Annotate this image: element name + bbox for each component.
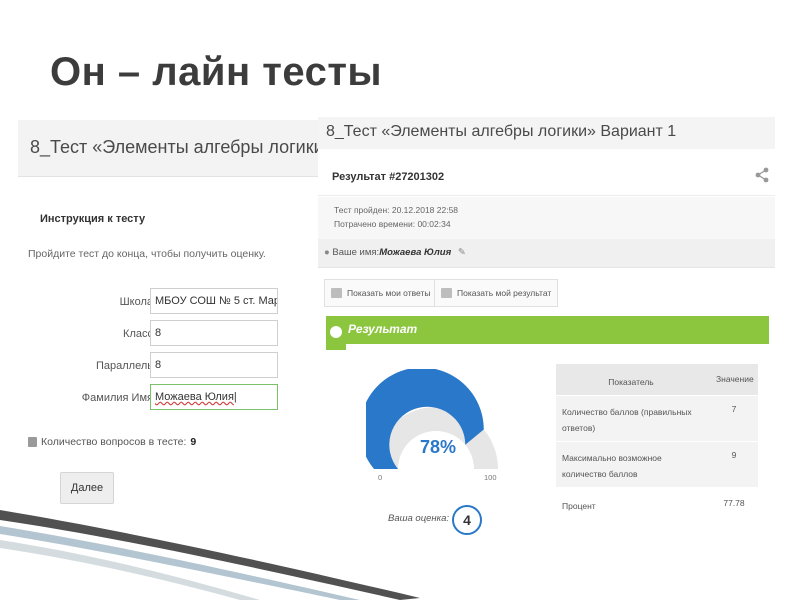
- name-row: ● Ваше имя:Можаева Юлия ✎: [318, 239, 775, 268]
- gauge-svg: [359, 367, 498, 469]
- question-count-label: Количество вопросов в тесте:: [41, 436, 187, 448]
- name-row-label: Ваше имя:: [332, 247, 380, 258]
- form-row-school: Школа МБОУ СОШ № 5 ст. Марьинской: [18, 288, 318, 318]
- document-icon: [28, 437, 37, 447]
- school-label: Школа: [119, 296, 153, 308]
- table-row: Максимально возможное количество баллов …: [556, 442, 758, 488]
- instruction-title: Инструкция к тесту: [40, 213, 146, 225]
- parallel-input[interactable]: 8: [150, 352, 278, 378]
- gauge-max: 100: [484, 473, 497, 482]
- form-row-name: Фамилия Имя Можаева Юлия|: [18, 384, 318, 414]
- table-row: Количество баллов (правильных ответов) 7: [556, 396, 758, 442]
- slide-title: Он – лайн тесты: [50, 50, 383, 94]
- question-count: Количество вопросов в тесте: 9: [28, 436, 196, 448]
- passed-time: Тест пройден: 20.12.2018 22:58: [334, 205, 459, 215]
- result-id-bar: Результат #27201302: [318, 157, 775, 196]
- school-input[interactable]: МБОУ СОШ № 5 ст. Марьинской: [150, 288, 278, 314]
- result-test-title: 8_Тест «Элементы алгебры логики» Вариант…: [326, 123, 677, 140]
- result-header: 8_Тест «Элементы алгебры логики» Вариант…: [318, 117, 775, 149]
- result-badge-icon: [326, 316, 346, 350]
- test-start-panel: 8_Тест «Элементы алгебры логики» Вариант…: [18, 120, 424, 520]
- question-count-value: 9: [190, 436, 197, 448]
- share-icon[interactable]: [755, 167, 769, 188]
- time-spent: Потрачено времени: 00:02:34: [334, 219, 451, 229]
- show-result-button[interactable]: Показать мой результат: [434, 279, 559, 307]
- form-row-parallel: Параллель 8: [18, 352, 318, 382]
- class-input[interactable]: 8: [150, 320, 278, 346]
- form-row-class: Класс 8: [18, 320, 318, 350]
- test-header: 8_Тест «Элементы алгебры логики» Вариант…: [18, 120, 424, 177]
- show-answers-button[interactable]: Показать мои ответы: [324, 279, 438, 307]
- gauge-min: 0: [378, 473, 383, 482]
- name-label: Фамилия Имя: [81, 392, 153, 404]
- name-input[interactable]: Можаева Юлия|: [150, 384, 278, 410]
- result-section-bar: Результат: [326, 316, 769, 344]
- result-section-title: Результат: [348, 322, 418, 336]
- edit-pencil-icon[interactable]: ✎: [458, 247, 466, 258]
- score-gauge: 78% 0 100: [359, 367, 506, 482]
- user-icon: ●: [324, 247, 330, 258]
- result-meta: Тест пройден: 20.12.2018 22:58 Потрачено…: [318, 197, 775, 239]
- table-header: Показатель Значение: [556, 364, 758, 396]
- parallel-label: Параллель: [96, 360, 153, 372]
- slide-decoration: [0, 510, 420, 600]
- instruction-text: Пройдите тест до конца, чтобы получить о…: [28, 248, 266, 260]
- gauge-percent: 78%: [419, 437, 457, 457]
- class-label: Класс: [123, 328, 153, 340]
- result-id: Результат #27201302: [332, 171, 445, 183]
- chart-icon: [441, 288, 452, 298]
- name-row-value: Можаева Юлия: [379, 247, 452, 258]
- table-header-value: Значение: [716, 374, 754, 384]
- chat-icon: [331, 288, 342, 298]
- table-header-indicator: Показатель: [608, 377, 654, 387]
